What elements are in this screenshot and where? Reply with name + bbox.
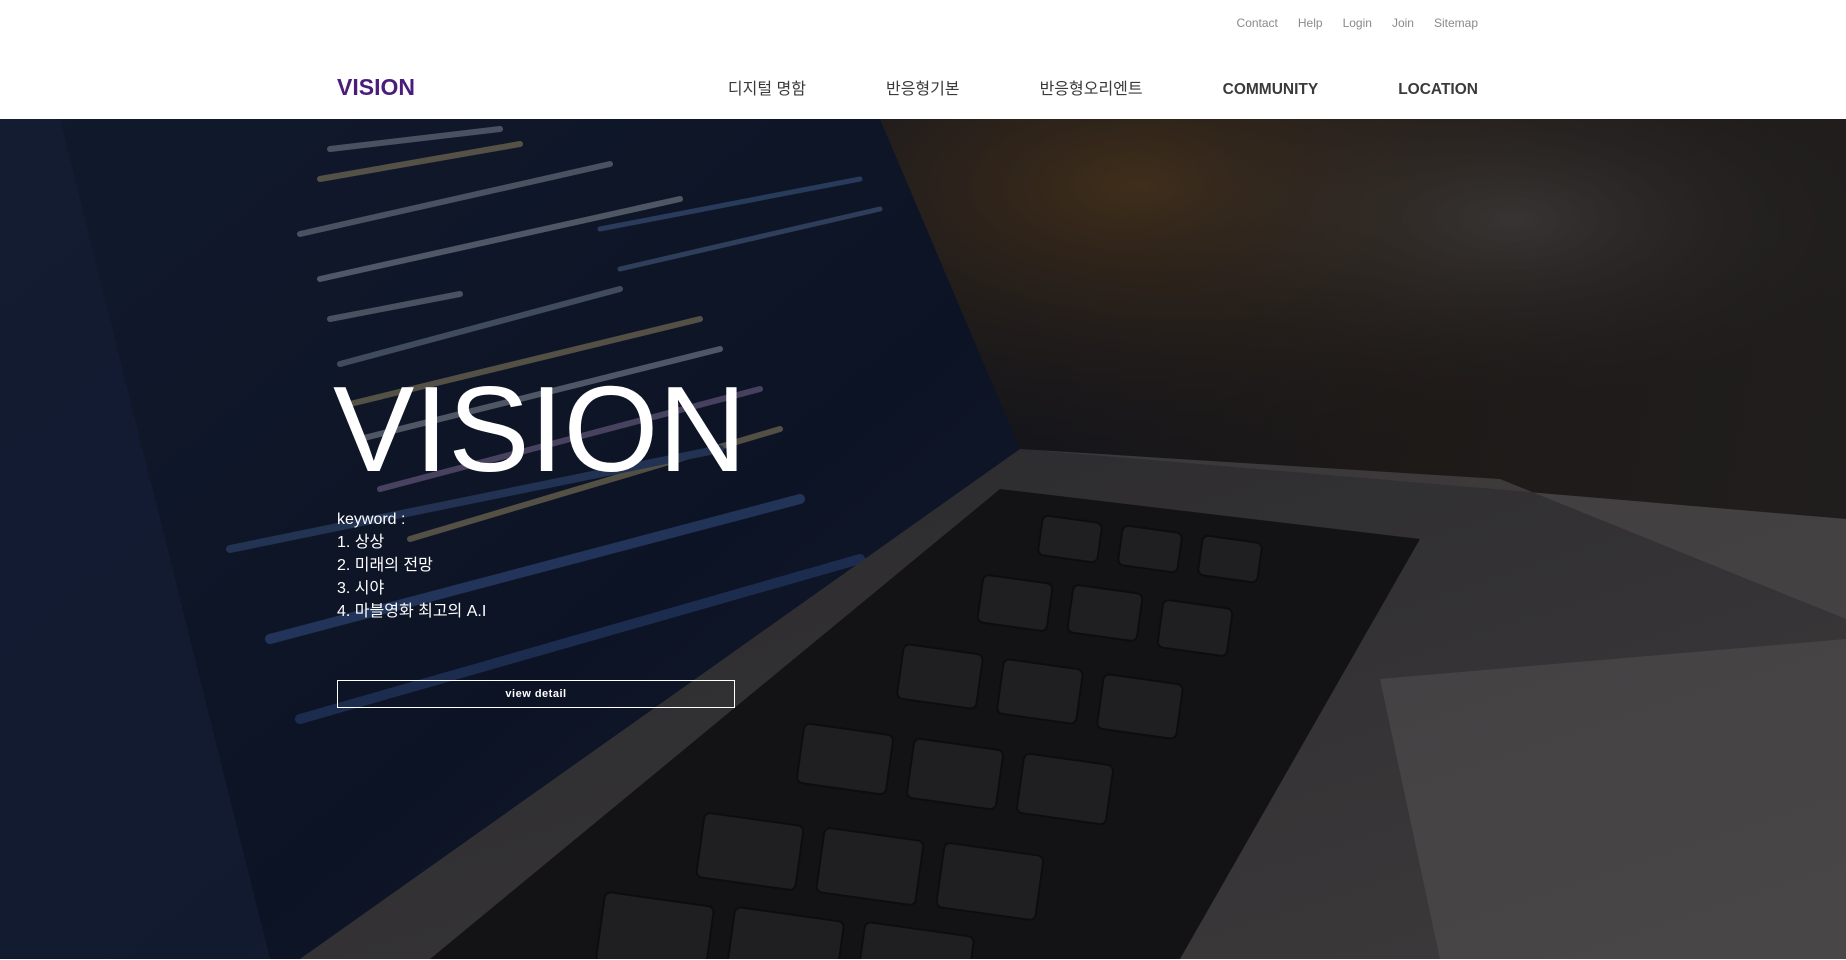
site-header: Contact Help Login Join Sitemap VISION 디… <box>0 0 1846 119</box>
nav-item-location[interactable]: LOCATION <box>1398 80 1478 100</box>
nav-item-digital-card[interactable]: 디지털 명함 <box>728 80 806 100</box>
view-detail-button[interactable]: view detail <box>337 680 735 708</box>
hero-title: VISION <box>333 361 747 497</box>
page: Contact Help Login Join Sitemap VISION 디… <box>0 0 1846 960</box>
nav-item-responsive-orient[interactable]: 반응형오리엔트 <box>1040 80 1143 100</box>
main-nav: 디지털 명함 반응형기본 반응형오리엔트 COMMUNITY LOCATION <box>728 80 1478 100</box>
keyword-list: keyword : 1. 상상 2. 미래의 전망 3. 시야 4. 마블영화 … <box>337 508 486 623</box>
login-link[interactable]: Login <box>1343 16 1372 30</box>
keyword-label: keyword : <box>337 511 406 528</box>
site-logo[interactable]: VISION <box>337 73 415 101</box>
keyword-item: 4. 마블영화 최고의 A.I <box>337 603 487 620</box>
sitemap-link[interactable]: Sitemap <box>1434 16 1478 30</box>
utility-nav: Contact Help Login Join Sitemap <box>1237 16 1478 30</box>
nav-item-community[interactable]: COMMUNITY <box>1223 80 1319 100</box>
keyword-item: 3. 시야 <box>337 580 385 597</box>
contact-link[interactable]: Contact <box>1237 16 1278 30</box>
join-link[interactable]: Join <box>1392 16 1414 30</box>
hero-dark-overlay <box>0 119 1846 959</box>
nav-item-responsive-basic[interactable]: 반응형기본 <box>886 80 960 100</box>
hero-section: VISION keyword : 1. 상상 2. 미래의 전망 3. 시야 4… <box>0 119 1846 959</box>
keyword-item: 2. 미래의 전망 <box>337 557 433 574</box>
keyword-item: 1. 상상 <box>337 534 385 551</box>
help-link[interactable]: Help <box>1298 16 1323 30</box>
